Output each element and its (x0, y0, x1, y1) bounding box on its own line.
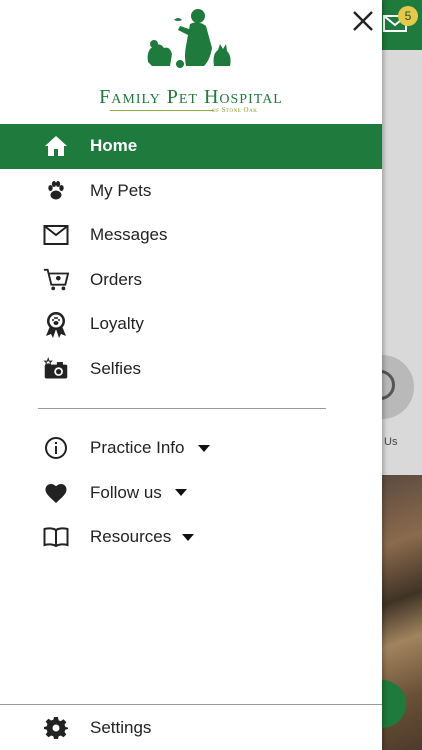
camera-icon (43, 356, 69, 382)
menu-item-label: Follow us (90, 482, 162, 502)
logo-pets-illustration (147, 9, 231, 68)
menu-item-label: Resources (90, 527, 172, 547)
menu-item-label: Orders (90, 269, 142, 289)
secondary-menu: Practice Info Follow us Resources (0, 426, 382, 560)
menu-item-label: Loyalty (90, 314, 144, 334)
chevron-down-icon[interactable] (182, 533, 194, 541)
home-icon (43, 133, 69, 159)
menu-item-label: Practice Info (90, 438, 185, 458)
menu-item-messages[interactable]: Messages (0, 213, 382, 258)
menu-item-orders[interactable]: Orders (0, 258, 382, 303)
book-icon (43, 524, 69, 550)
info-icon (43, 435, 69, 461)
ribbon-badge-icon (43, 311, 69, 339)
menu-item-practice-info[interactable]: Practice Info (0, 426, 382, 471)
menu-divider (38, 408, 326, 409)
chevron-down-icon[interactable] (175, 489, 187, 497)
chevron-down-icon[interactable] (198, 444, 210, 452)
navigation-drawer: Family Pet Hospital of Stone Oak Home My… (0, 0, 382, 750)
messages-count-badge: 5 (398, 6, 418, 26)
practice-logo: Family Pet Hospital of Stone Oak (0, 0, 382, 124)
gear-icon (43, 715, 69, 741)
menu-item-label: Settings (90, 718, 152, 737)
practice-name: Family Pet Hospital (99, 86, 283, 108)
cart-icon (43, 267, 69, 293)
paw-icon (43, 178, 69, 204)
heart-icon (43, 480, 69, 506)
envelope-icon (43, 222, 69, 248)
menu-item-settings[interactable]: Settings (0, 706, 382, 750)
practice-location: of Stone Oak (212, 106, 258, 114)
menu-item-label: My Pets (90, 180, 152, 200)
settings-divider (0, 704, 382, 705)
menu-item-my-pets[interactable]: My Pets (0, 169, 382, 214)
menu-item-selfies[interactable]: Selfies (0, 347, 382, 392)
logo-rule (110, 110, 214, 111)
menu-item-resources[interactable]: Resources (0, 515, 382, 560)
menu-item-label: Messages (90, 225, 168, 245)
contact-us-label: Us (384, 436, 398, 448)
menu-item-home[interactable]: Home (0, 124, 382, 169)
menu-item-label: Home (90, 136, 138, 156)
menu-item-loyalty[interactable]: Loyalty (0, 302, 382, 347)
main-menu: Home My Pets Messages Orders Loyalty Sel… (0, 124, 382, 391)
menu-item-follow-us[interactable]: Follow us (0, 471, 382, 516)
menu-item-label: Selfies (90, 358, 142, 378)
